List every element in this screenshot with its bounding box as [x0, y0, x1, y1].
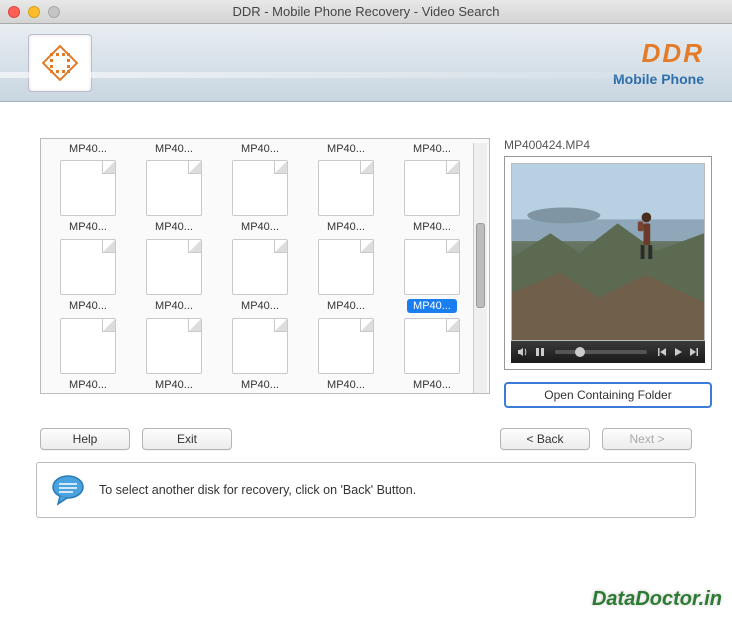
file-icon: [60, 160, 116, 216]
file-label: MP40...: [63, 299, 113, 313]
file-item[interactable]: MP40...: [47, 315, 129, 392]
info-message: To select another disk for recovery, cli…: [99, 483, 416, 497]
file-icon: [318, 239, 374, 295]
file-icon: [404, 160, 460, 216]
window-titlebar: DDR - Mobile Phone Recovery - Video Sear…: [0, 0, 732, 24]
file-icon: [404, 239, 460, 295]
file-label: MP40...: [321, 220, 371, 234]
file-icon: [318, 318, 374, 374]
file-label: MP40...: [413, 143, 451, 155]
file-label: MP40...: [149, 299, 199, 313]
preview-box: [504, 156, 712, 370]
next-icon[interactable]: [689, 347, 699, 357]
file-label: MP40...: [327, 143, 365, 155]
file-icon: [60, 318, 116, 374]
file-item[interactable]: MP40... MP40...: [305, 143, 387, 234]
app-logo-frame: [28, 34, 92, 92]
brand-name: DDR: [613, 38, 704, 69]
volume-icon[interactable]: [517, 346, 529, 358]
file-icon: [318, 160, 374, 216]
file-grid-box: MP40...MP40...MP40...MP40...MP40...MP40.…: [40, 138, 490, 394]
app-logo-icon: [42, 45, 78, 81]
file-item[interactable]: MP40...: [391, 315, 473, 392]
file-item[interactable]: MP40...: [47, 236, 129, 313]
pause-icon[interactable]: [535, 347, 545, 357]
file-label: MP40...: [407, 299, 457, 313]
file-item[interactable]: MP40... MP40...: [219, 143, 301, 234]
file-label: MP40...: [235, 299, 285, 313]
file-label: MP40...: [149, 220, 199, 234]
file-label: MP40...: [235, 378, 285, 392]
file-label: MP40...: [241, 143, 279, 155]
file-icon: [146, 318, 202, 374]
file-item[interactable]: MP40... MP40...: [47, 143, 129, 234]
brand-subtitle: Mobile Phone: [613, 71, 704, 87]
file-grid: MP40...MP40...MP40...MP40...MP40...MP40.…: [47, 143, 473, 393]
seek-knob[interactable]: [573, 345, 587, 359]
brand-block: DDR Mobile Phone: [613, 38, 704, 87]
watermark: DataDoctor.in: [592, 588, 722, 611]
file-icon: [232, 160, 288, 216]
video-controls: [511, 341, 705, 363]
file-icon: [146, 239, 202, 295]
file-item[interactable]: MP40... MP40...: [391, 143, 473, 234]
file-label: MP40...: [321, 378, 371, 392]
file-label: MP40...: [407, 378, 457, 392]
file-item[interactable]: MP40...: [305, 236, 387, 313]
info-panel: To select another disk for recovery, cli…: [36, 462, 696, 518]
spacer: [244, 428, 488, 450]
file-label: MP40...: [69, 143, 107, 155]
file-item[interactable]: MP40...: [219, 236, 301, 313]
exit-button[interactable]: Exit: [142, 428, 232, 450]
back-button[interactable]: < Back: [500, 428, 590, 450]
file-icon: [60, 239, 116, 295]
open-containing-folder-button[interactable]: Open Containing Folder: [504, 382, 712, 408]
file-label: MP40...: [149, 378, 199, 392]
file-item[interactable]: MP40... MP40...: [133, 143, 215, 234]
file-label: MP40...: [235, 220, 285, 234]
file-icon: [232, 239, 288, 295]
prev-icon[interactable]: [657, 347, 667, 357]
preview-panel: MP400424.MP4: [504, 138, 712, 408]
scrollbar-thumb[interactable]: [476, 223, 485, 308]
preview-filename: MP400424.MP4: [504, 138, 712, 152]
button-row: Help Exit < Back Next >: [0, 418, 732, 456]
scrollbar[interactable]: [473, 143, 487, 393]
file-icon: [404, 318, 460, 374]
file-label: MP40...: [63, 378, 113, 392]
preview-image: [511, 163, 705, 341]
file-item[interactable]: MP40...: [219, 315, 301, 392]
file-label: MP40...: [321, 299, 371, 313]
file-label: MP40...: [63, 220, 113, 234]
file-item[interactable]: MP40...: [305, 315, 387, 392]
file-label: MP40...: [155, 143, 193, 155]
play-icon[interactable]: [673, 347, 683, 357]
file-grid-scroll-area: MP40...MP40...MP40...MP40...MP40...MP40.…: [47, 143, 473, 393]
main-content: MP40...MP40...MP40...MP40...MP40...MP40.…: [0, 102, 732, 418]
file-icon: [232, 318, 288, 374]
file-grid-area: MP40...MP40...MP40...MP40...MP40...MP40.…: [40, 138, 490, 408]
chat-bubble-icon: [51, 473, 85, 507]
file-label: MP40...: [407, 220, 457, 234]
file-item[interactable]: MP40...: [391, 236, 473, 313]
header-banner: DDR Mobile Phone: [0, 24, 732, 102]
next-button[interactable]: Next >: [602, 428, 692, 450]
file-item[interactable]: MP40...: [133, 315, 215, 392]
seek-slider[interactable]: [555, 350, 647, 354]
help-button[interactable]: Help: [40, 428, 130, 450]
file-icon: [146, 160, 202, 216]
file-item[interactable]: MP40...: [133, 236, 215, 313]
window-title: DDR - Mobile Phone Recovery - Video Sear…: [0, 4, 732, 19]
